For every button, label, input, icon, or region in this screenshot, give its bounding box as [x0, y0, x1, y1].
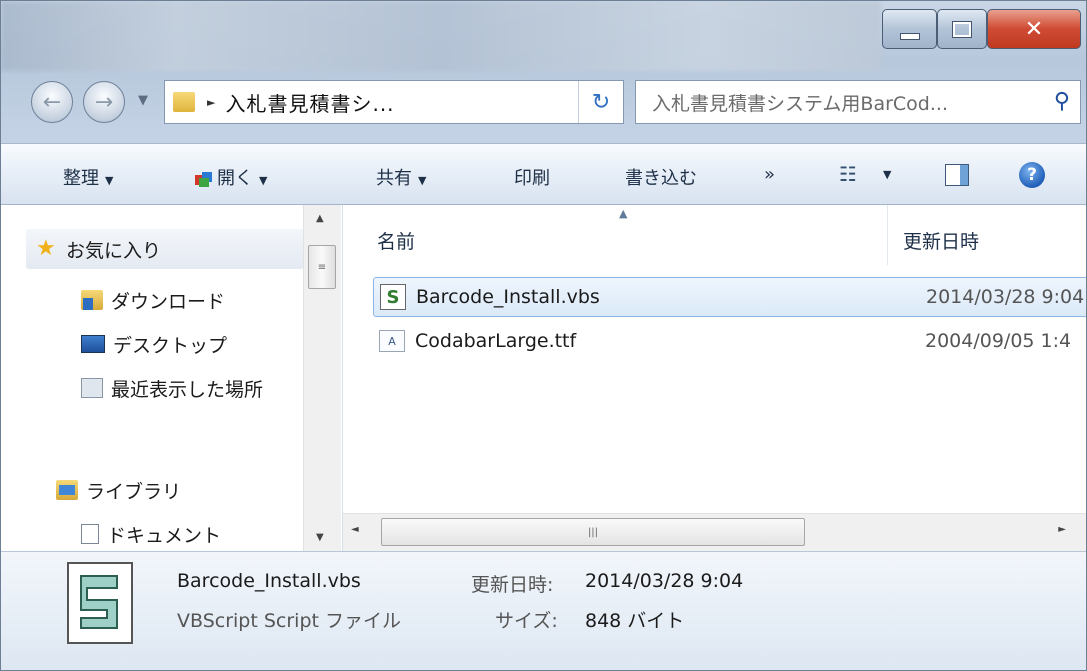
refresh-icon: ↻	[591, 89, 611, 115]
maximize-icon	[952, 20, 972, 38]
more-commands-button[interactable]: »	[764, 164, 775, 185]
recent-pages-dropdown[interactable]: ▼	[138, 93, 148, 108]
details-filename: Barcode_Install.vbs	[177, 570, 361, 592]
file-date: 2004/09/05 1:4	[925, 330, 1072, 352]
breadcrumb-separator-icon[interactable]: ►	[207, 96, 215, 109]
forward-button[interactable]: →	[83, 81, 125, 123]
file-date: 2014/03/28 9:04	[926, 286, 1085, 308]
more-label: »	[764, 164, 776, 185]
help-icon[interactable]: ?	[1019, 162, 1045, 188]
maximize-button[interactable]	[937, 9, 987, 49]
scroll-down-icon[interactable]: ▼	[316, 532, 324, 543]
sidebar-item-recent-places[interactable]: 最近表示した場所	[81, 371, 303, 405]
minimize-icon	[899, 32, 920, 40]
vbscript-file-large-icon	[67, 562, 133, 644]
chevron-down-icon: ▼	[418, 174, 427, 187]
chevron-down-icon: ▼	[259, 174, 268, 187]
open-program-icon	[193, 169, 215, 187]
sidebar-item-favorites[interactable]: ★ お気に入り	[26, 229, 304, 269]
documents-label: ドキュメント	[107, 524, 222, 547]
scroll-up-icon[interactable]: ▲	[316, 213, 324, 224]
file-list-pane: ▲ 名前 更新日時 S Barcode_Install.vbs 2014/03/…	[343, 205, 1086, 551]
nav-pane-scrollbar[interactable]: ▲ ≡ ▼	[303, 205, 341, 551]
downloads-folder-icon	[81, 290, 103, 310]
print-button[interactable]: 印刷	[514, 164, 550, 190]
address-bar[interactable]: ► 入札書見積書シ... ▼ ↻	[164, 80, 712, 124]
open-label: 開く	[217, 168, 253, 189]
libraries-label: ライブラリ	[86, 480, 182, 503]
column-header-name[interactable]: 名前	[377, 227, 415, 254]
file-list-hscrollbar[interactable]: ◄ ||| ►	[343, 513, 1086, 551]
documents-icon	[81, 524, 99, 544]
close-icon: ✕	[1024, 16, 1044, 42]
desktop-label: デスクトップ	[113, 334, 228, 357]
scroll-left-icon[interactable]: ◄	[351, 524, 359, 535]
star-icon: ★	[36, 236, 56, 261]
sidebar-item-desktop[interactable]: デスクトップ	[81, 327, 227, 361]
details-pane: Barcode_Install.vbs 更新日時: 2014/03/28 9:0…	[1, 551, 1086, 670]
scroll-thumb[interactable]: ≡	[308, 245, 336, 289]
sort-ascending-icon: ▲	[619, 207, 628, 220]
chevron-down-icon: ▼	[105, 174, 114, 187]
search-placeholder: 入札書見積書システム用BarCod...	[652, 92, 948, 115]
command-bar: 整理 ▼ 開く ▼ 共有 ▼ 印刷 書き込む » ☷ ▼ ?	[1, 143, 1086, 205]
desktop-icon	[81, 335, 105, 353]
file-name: Barcode_Install.vbs	[416, 286, 600, 308]
sidebar-item-libraries[interactable]: ライブラリ	[56, 473, 181, 507]
share-label: 共有	[376, 168, 412, 189]
favorites-label: お気に入り	[66, 239, 162, 262]
back-button[interactable]: ←	[31, 81, 73, 123]
recent-places-icon	[81, 378, 103, 398]
details-size-label: サイズ:	[495, 610, 558, 632]
organize-label: 整理	[63, 168, 99, 189]
burn-label: 書き込む	[625, 168, 697, 189]
column-header-date-modified[interactable]: 更新日時	[903, 227, 979, 254]
hscroll-thumb[interactable]: |||	[381, 518, 805, 546]
vbscript-file-icon: S	[380, 284, 406, 310]
forward-arrow-icon: →	[94, 89, 114, 115]
refresh-button[interactable]: ↻	[578, 81, 623, 123]
print-label: 印刷	[514, 168, 550, 189]
explorer-window: ✕ ← → ▼ ► 入札書見積書シ... ▼ ↻ 入札書見積書システム用BarC…	[0, 0, 1087, 671]
minimize-button[interactable]	[882, 9, 937, 49]
recent-places-label: 最近表示した場所	[111, 378, 264, 401]
address-path[interactable]: 入札書見積書シ...	[225, 88, 394, 117]
navigation-pane: ★ お気に入り ダウンロード デスクトップ 最近表示した場所 ライブラリ ドキュ…	[1, 205, 343, 551]
details-modified-label: 更新日時:	[471, 574, 554, 596]
details-file-type: VBScript Script ファイル	[177, 610, 401, 632]
libraries-icon	[56, 480, 78, 500]
folder-icon	[173, 92, 195, 112]
file-row-codabar-large[interactable]: A CodabarLarge.ttf 2004/09/05 1:4	[373, 321, 1086, 361]
column-divider[interactable]	[887, 205, 888, 265]
font-file-icon: A	[379, 330, 405, 352]
details-modified-value: 2014/03/28 9:04	[585, 570, 744, 592]
sidebar-item-documents[interactable]: ドキュメント	[81, 517, 221, 551]
search-input[interactable]: 入札書見積書システム用BarCod... ⚲	[635, 80, 1081, 124]
open-button[interactable]: 開く ▼	[193, 164, 267, 190]
view-options-icon[interactable]: ☷	[839, 162, 857, 186]
downloads-label: ダウンロード	[111, 290, 226, 313]
organize-button[interactable]: 整理 ▼	[63, 164, 113, 190]
file-name: CodabarLarge.ttf	[415, 330, 577, 352]
sidebar-item-downloads[interactable]: ダウンロード	[81, 283, 225, 317]
search-icon[interactable]: ⚲	[1054, 89, 1070, 114]
share-button[interactable]: 共有 ▼	[376, 164, 426, 190]
close-button[interactable]: ✕	[987, 9, 1081, 49]
details-size-value: 848 バイト	[585, 610, 685, 632]
view-options-dropdown-icon[interactable]: ▼	[883, 168, 891, 181]
back-arrow-icon: ←	[42, 89, 62, 115]
title-bar	[1, 1, 881, 71]
file-row-barcode-install[interactable]: S Barcode_Install.vbs 2014/03/28 9:04	[373, 277, 1086, 317]
scroll-right-icon[interactable]: ►	[1058, 524, 1066, 535]
burn-button[interactable]: 書き込む	[625, 164, 697, 190]
preview-pane-icon[interactable]	[945, 164, 969, 186]
